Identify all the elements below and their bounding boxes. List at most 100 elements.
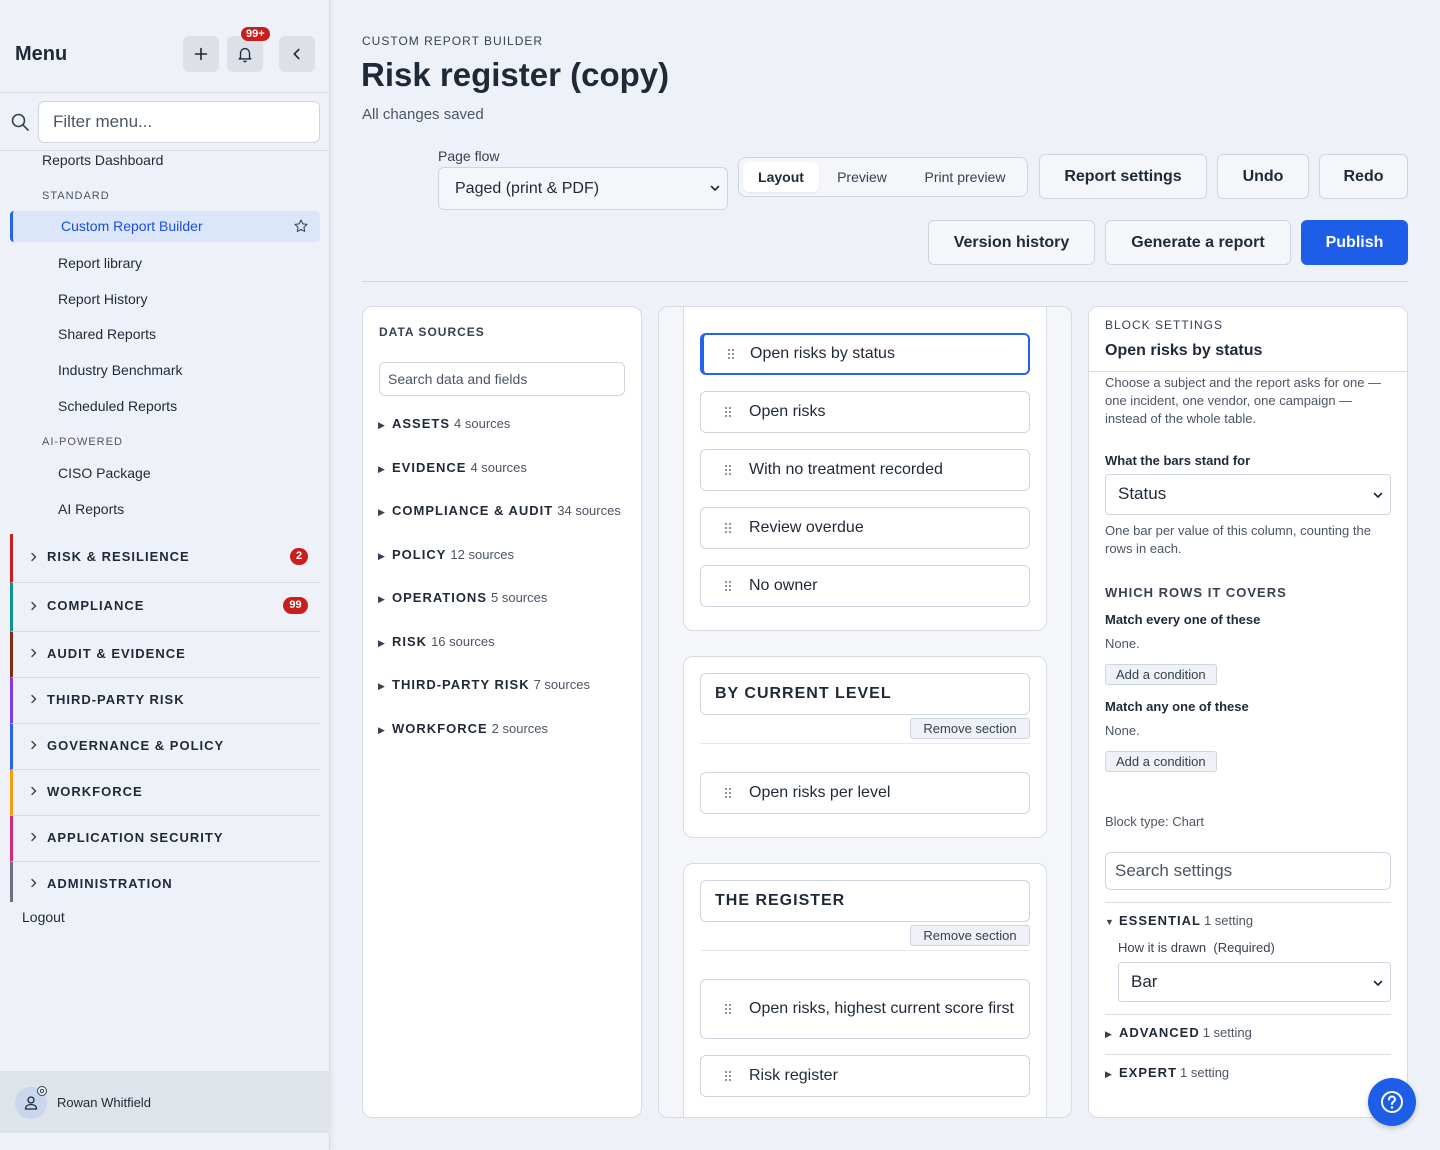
sidebar-group-risk-resilience[interactable]: RISK & RESILIENCE 2 — [10, 534, 320, 583]
drag-handle-icon[interactable] — [724, 522, 732, 534]
settings-group-essential[interactable]: ▼ ESSENTIAL 1 setting — [1105, 913, 1253, 928]
data-source-group-evidence[interactable]: ▶ EVIDENCE 4 sources — [378, 460, 527, 475]
menu-header: Menu 99+ — [0, 0, 330, 93]
block-type: Block type: Chart — [1105, 814, 1204, 829]
block-label: No owner — [749, 577, 818, 594]
add-button[interactable] — [183, 36, 219, 72]
page-flow-select[interactable]: Paged (print & PDF) — [438, 167, 728, 210]
add-condition-all-button[interactable]: Add a condition — [1105, 664, 1217, 685]
caret-right-icon: ▶ — [378, 420, 385, 430]
drag-handle-icon[interactable] — [724, 1070, 732, 1082]
sidebar-item-reports-dashboard[interactable]: Reports Dashboard — [42, 152, 163, 168]
drag-handle-icon[interactable] — [724, 406, 732, 418]
help-button[interactable] — [1368, 1078, 1416, 1126]
report-block[interactable]: No owner — [700, 565, 1030, 607]
sidebar-group-label: GOVERNANCE & POLICY — [47, 738, 225, 753]
data-source-group-third-party-risk[interactable]: ▶ THIRD-PARTY RISK 7 sources — [378, 677, 590, 692]
sidebar-group-third-party-risk[interactable]: THIRD-PARTY RISK — [10, 678, 320, 724]
sidebar-item-ai-reports[interactable]: AI Reports — [58, 501, 124, 517]
data-source-count: 4 sources — [454, 416, 511, 431]
tab-print-preview[interactable]: Print preview — [905, 162, 1025, 192]
settings-group-name: ESSENTIAL — [1119, 913, 1201, 928]
report-block[interactable]: Open risks per level — [700, 772, 1030, 814]
notifications-button[interactable] — [227, 36, 263, 72]
settings-group-advanced[interactable]: ▶ ADVANCED 1 setting — [1105, 1025, 1252, 1040]
data-source-group-workforce[interactable]: ▶ WORKFORCE 2 sources — [378, 721, 548, 736]
section-title: BY CURRENT LEVEL — [715, 685, 892, 702]
sidebar-group-workforce[interactable]: WORKFORCE — [10, 770, 320, 816]
data-source-group-assets[interactable]: ▶ ASSETS 4 sources — [378, 416, 510, 431]
data-source-group-compliance-audit[interactable]: ▶ COMPLIANCE & AUDIT 34 sources — [378, 503, 621, 518]
section-title-field[interactable]: THE REGISTER — [700, 880, 1030, 922]
sidebar-item-scheduled-reports[interactable]: Scheduled Reports — [58, 398, 177, 414]
chart-type-select[interactable]: Bar — [1118, 962, 1391, 1002]
chevron-right-icon — [31, 786, 37, 796]
logout-link[interactable]: Logout — [22, 909, 65, 925]
drag-handle-icon[interactable] — [724, 464, 732, 476]
data-source-group-policy[interactable]: ▶ POLICY 12 sources — [378, 547, 514, 562]
data-source-name: THIRD-PARTY RISK — [392, 677, 530, 692]
data-source-name: OPERATIONS — [392, 590, 487, 605]
block-settings-panel: BLOCK SETTINGS Open risks by status Choo… — [1088, 306, 1408, 1118]
tab-preview[interactable]: Preview — [823, 162, 901, 192]
sidebar-group-label: COMPLIANCE — [47, 598, 145, 613]
tab-layout[interactable]: Layout — [743, 162, 819, 192]
settings-divider — [1089, 371, 1407, 372]
publish-button[interactable]: Publish — [1301, 220, 1408, 265]
data-search-input[interactable] — [379, 362, 625, 396]
remove-section-button[interactable]: Remove section — [910, 925, 1030, 946]
settings-group-expert[interactable]: ▶ EXPERT 1 setting — [1105, 1065, 1229, 1080]
report-block[interactable]: Review overdue — [700, 507, 1030, 549]
user-bar[interactable]: Rowan Whitfield — [0, 1071, 330, 1133]
data-source-group-operations[interactable]: ▶ OPERATIONS 5 sources — [378, 590, 547, 605]
search-settings-input[interactable] — [1105, 852, 1391, 890]
sidebar-item-report-library[interactable]: Report library — [58, 255, 142, 271]
sidebar-group-compliance[interactable]: COMPLIANCE 99 — [10, 583, 320, 632]
report-block-selected[interactable]: Open risks by status — [700, 333, 1030, 375]
drag-handle-icon[interactable] — [724, 580, 732, 592]
caret-right-icon: ▶ — [378, 638, 385, 648]
settings-group-name: ADVANCED — [1119, 1025, 1200, 1040]
report-block[interactable]: Open risks — [700, 391, 1030, 433]
drag-handle-icon[interactable] — [724, 787, 732, 799]
generate-report-button[interactable]: Generate a report — [1105, 220, 1291, 265]
filter-menu-input[interactable] — [38, 101, 320, 143]
sidebar-group-application-security[interactable]: APPLICATION SECURITY — [10, 816, 320, 862]
view-mode-tabs: Layout Preview Print preview — [738, 157, 1028, 197]
redo-button[interactable]: Redo — [1319, 154, 1408, 199]
undo-button[interactable]: Undo — [1217, 154, 1309, 199]
section-title-field[interactable]: BY CURRENT LEVEL — [700, 673, 1030, 715]
data-source-group-risk[interactable]: ▶ RISK 16 sources — [378, 634, 495, 649]
report-block[interactable]: With no treatment recorded — [700, 449, 1030, 491]
caret-right-icon: ▶ — [378, 464, 385, 474]
plus-icon — [194, 47, 208, 61]
drag-handle-icon[interactable] — [727, 348, 735, 360]
chart-type-value: Bar — [1131, 972, 1158, 991]
report-canvas: Open risks by status Open risks With no … — [658, 306, 1072, 1118]
how-drawn-label: How it is drawn (Required) — [1118, 940, 1275, 955]
sidebar-item-report-history[interactable]: Report History — [58, 291, 147, 307]
sidebar-item-custom-report-builder[interactable]: Custom Report Builder — [10, 211, 320, 242]
data-source-name: EVIDENCE — [392, 460, 467, 475]
count-badge: 2 — [290, 548, 308, 565]
report-block[interactable]: Risk register — [700, 1055, 1030, 1097]
version-history-button[interactable]: Version history — [928, 220, 1095, 265]
chevron-left-icon — [293, 48, 300, 60]
sidebar-group-label: THIRD-PARTY RISK — [47, 692, 185, 707]
bars-column-select[interactable]: Status — [1105, 474, 1391, 515]
block-settings-intro: Choose a subject and the report asks for… — [1105, 375, 1382, 426]
sidebar-item-ciso-package[interactable]: CISO Package — [58, 465, 151, 481]
remove-section-button[interactable]: Remove section — [910, 718, 1030, 739]
sidebar-item-shared-reports[interactable]: Shared Reports — [58, 326, 156, 342]
collapse-sidebar-button[interactable] — [279, 36, 315, 72]
add-condition-any-button[interactable]: Add a condition — [1105, 751, 1217, 772]
star-icon[interactable] — [293, 218, 309, 234]
sidebar-item-industry-benchmark[interactable]: Industry Benchmark — [58, 362, 183, 378]
sidebar-group-audit-evidence[interactable]: AUDIT & EVIDENCE — [10, 632, 320, 678]
sidebar-group-administration[interactable]: ADMINISTRATION — [10, 862, 320, 902]
section-divider — [700, 743, 1030, 744]
sidebar-group-governance-policy[interactable]: GOVERNANCE & POLICY — [10, 724, 320, 770]
report-settings-button[interactable]: Report settings — [1039, 154, 1207, 199]
report-block[interactable]: Open risks, highest current score first — [700, 979, 1030, 1039]
drag-handle-icon[interactable] — [724, 1003, 732, 1015]
